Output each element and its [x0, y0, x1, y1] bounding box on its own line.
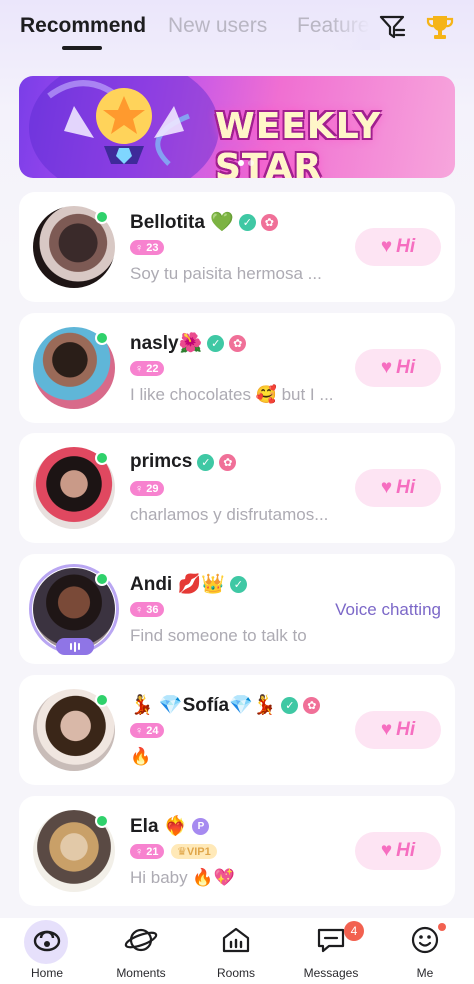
voice-wave-icon	[56, 638, 94, 655]
heart-icon: ♥	[380, 719, 393, 740]
tab-fade	[330, 8, 380, 50]
user-name: nasly🌺	[130, 333, 203, 354]
user-card[interactable]: nasly🌺 ✓ ✿ ♀ 22 I like chocolates 🥰 but I…	[19, 313, 455, 423]
notification-dot	[438, 923, 446, 931]
age-badge: ♀ 23	[130, 240, 164, 255]
tab-recommend[interactable]: Recommend	[20, 14, 146, 38]
flower-badge-icon: ✿	[219, 453, 237, 471]
vip-badge: ♛ VIP1	[171, 844, 217, 859]
age-badge: ♀ 22	[130, 361, 164, 376]
user-name: primcs	[130, 451, 193, 472]
user-status: I like chocolates 🥰 but I ...	[130, 385, 334, 404]
online-indicator	[95, 451, 109, 465]
user-status: Soy tu paisita hermosa ...	[130, 264, 322, 283]
voice-chatting-link[interactable]: Voice chatting	[335, 600, 441, 620]
user-name: 💃 💎Sofía💎💃	[130, 695, 277, 716]
flower-badge-icon: ✿	[260, 213, 278, 231]
flower-badge-icon: ✿	[229, 334, 247, 352]
hi-button[interactable]: ♥ Hi	[355, 349, 441, 387]
nav-rooms[interactable]: Rooms	[189, 918, 283, 984]
rooms-icon	[222, 927, 250, 953]
banner-title: WEEKLY STAR	[215, 106, 382, 178]
female-icon: ♀	[135, 724, 144, 737]
user-name: Bellotita 💚	[130, 212, 234, 233]
nav-moments[interactable]: Moments	[94, 918, 188, 984]
hi-button[interactable]: ♥ Hi	[355, 228, 441, 266]
user-status: Find someone to talk to	[130, 626, 307, 645]
trophy-icon[interactable]	[425, 12, 455, 42]
nav-home[interactable]: Home	[0, 918, 94, 984]
user-card[interactable]: 💃 💎Sofía💎💃 ✓ ✿ ♀ 24 🔥 ♥ Hi	[19, 675, 455, 785]
online-indicator	[95, 331, 109, 345]
verified-badge-icon: ✓	[207, 334, 225, 352]
online-indicator	[95, 210, 109, 224]
age-badge: ♀ 29	[130, 481, 164, 496]
nav-label: Home	[30, 966, 63, 980]
online-indicator	[95, 814, 109, 828]
age-badge: ♀ 24	[130, 723, 164, 738]
unread-badge: 4	[344, 921, 364, 941]
verified-badge-icon: ✓	[197, 453, 215, 471]
user-card[interactable]: primcs ✓ ✿ ♀ 29 charlamos y disfrutamos..…	[19, 433, 455, 543]
bottom-navigation: Home Moments Rooms 4 Messages Me	[0, 918, 474, 984]
nav-label: Messages	[303, 966, 359, 980]
flower-badge-icon: ✿	[303, 696, 321, 714]
top-tab-bar: Recommend New users Feature	[0, 0, 474, 64]
crown-icon: ♛	[177, 846, 187, 858]
home-icon	[33, 930, 61, 952]
female-icon: ♀	[135, 362, 144, 375]
hi-button[interactable]: ♥ Hi	[355, 469, 441, 507]
nav-messages[interactable]: 4 Messages	[284, 918, 378, 984]
user-status: Hi baby 🔥💖	[130, 868, 235, 887]
tab-new-users[interactable]: New users	[168, 14, 267, 38]
user-status: charlamos y disfrutamos...	[130, 505, 329, 524]
heart-icon: ♥	[380, 357, 393, 378]
filter-icon[interactable]	[377, 12, 407, 42]
hi-button[interactable]: ♥ Hi	[355, 711, 441, 749]
verified-badge-icon: ✓	[281, 696, 299, 714]
nav-label: Me	[416, 966, 434, 980]
planet-icon	[124, 928, 158, 952]
age-badge: ♀ 36	[130, 602, 164, 617]
user-card[interactable]: Ela ❤️‍🔥 P ♀ 21 ♛ VIP1 Hi baby 🔥💖 ♥ Hi	[19, 796, 455, 906]
nav-me[interactable]: Me	[378, 918, 472, 984]
online-indicator	[95, 572, 109, 586]
hi-button[interactable]: ♥ Hi	[355, 832, 441, 870]
heart-icon: ♥	[380, 477, 393, 498]
verified-badge-icon: ✓	[238, 213, 256, 231]
weekly-star-banner[interactable]: WEEKLY STAR	[19, 76, 455, 178]
online-indicator	[95, 693, 109, 707]
female-icon: ♀	[135, 845, 144, 858]
heart-icon: ♥	[380, 840, 393, 861]
user-card[interactable]: Bellotita 💚 ✓ ✿ ♀ 23 Soy tu paisita hermo…	[19, 192, 455, 302]
user-card[interactable]: Andi 💋👑 ✓ ♀ 36 Find someone to talk to Vo…	[19, 554, 455, 664]
tab-indicator	[62, 46, 102, 50]
user-name: Andi 💋👑	[130, 574, 225, 595]
female-icon: ♀	[135, 482, 144, 495]
nav-label: Moments	[116, 966, 166, 980]
nav-label: Rooms	[216, 966, 255, 980]
p-badge-icon: P	[192, 817, 210, 835]
user-name: Ela ❤️‍🔥	[130, 816, 188, 837]
heart-icon: ♥	[380, 236, 393, 257]
female-icon: ♀	[135, 241, 144, 254]
verified-badge-icon: ✓	[229, 575, 247, 593]
user-status: 🔥	[130, 747, 152, 766]
female-icon: ♀	[135, 603, 144, 616]
age-badge: ♀ 21	[130, 844, 164, 859]
